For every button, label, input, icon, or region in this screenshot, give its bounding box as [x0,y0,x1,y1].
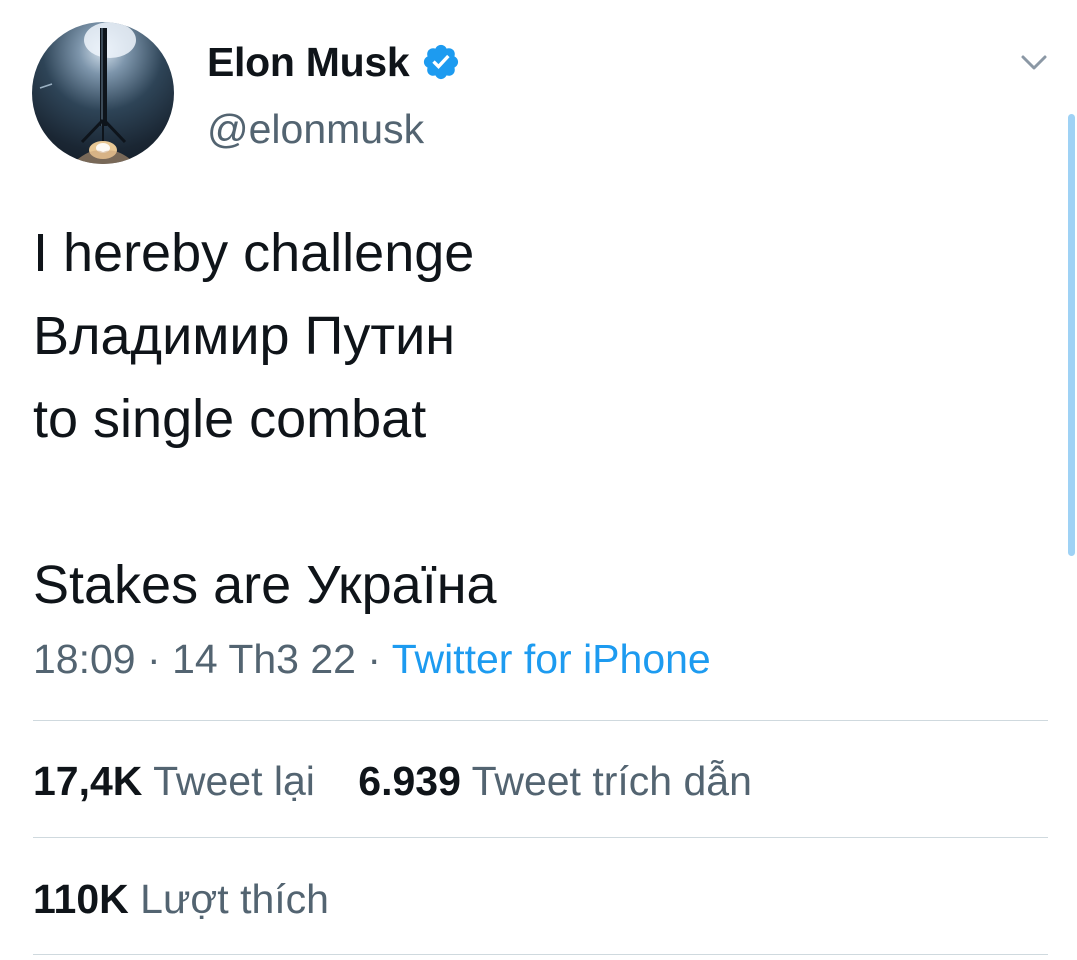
tweet-text: I hereby challenge Владимир Путин to sin… [33,212,497,627]
retweets-stat[interactable]: 17,4K Tweet lại [33,758,326,804]
tweet-text-line: to single combat [33,389,427,449]
likes-stat[interactable]: 110K Lượt thích [33,876,329,922]
tweet-meta: 18:09 · 14 Th3 22 · Twitter for iPhone [33,636,711,683]
divider [33,954,1048,955]
avatar[interactable] [32,22,174,164]
tweet-text-line: Stakes are Україна [33,555,497,615]
quote-tweets-stat[interactable]: 6.939 Tweet trích dẫn [358,758,752,804]
author-name-row[interactable]: Elon Musk [207,38,461,86]
divider [33,720,1048,721]
quote-tweets-count: 6.939 [358,758,461,804]
meta-separator: · [147,636,161,682]
tweet-source-link[interactable]: Twitter for iPhone [392,636,711,682]
meta-separator: · [367,636,382,682]
scrollbar[interactable] [1068,114,1075,556]
likes-label: Lượt thích [140,876,329,922]
likes-count: 110K [33,876,129,922]
tweet-text-line: Владимир Путин [33,306,456,366]
retweets-label: Tweet lại [153,758,315,804]
verified-badge-icon [424,44,459,80]
tweet-time[interactable]: 18:09 [33,636,136,682]
retweets-count: 17,4K [33,758,143,804]
tweet-date[interactable]: 14 Th3 22 [172,636,356,682]
quote-tweets-label: Tweet trích dẫn [471,758,752,804]
author-handle[interactable]: @elonmusk [207,106,424,153]
likes-stats-row: 110K Lượt thích [33,876,329,923]
rocket-avatar-image [39,22,136,164]
author-display-name[interactable]: Elon Musk [207,39,410,86]
tweet-text-line: I hereby challenge [33,223,475,283]
tweet-detail: Elon Musk @elonmusk I hereby challenge В… [0,0,1077,960]
chevron-down-icon[interactable] [1016,46,1052,78]
divider [33,837,1048,838]
engagement-stats-row: 17,4K Tweet lại 6.939 Tweet trích dẫn [33,758,752,805]
